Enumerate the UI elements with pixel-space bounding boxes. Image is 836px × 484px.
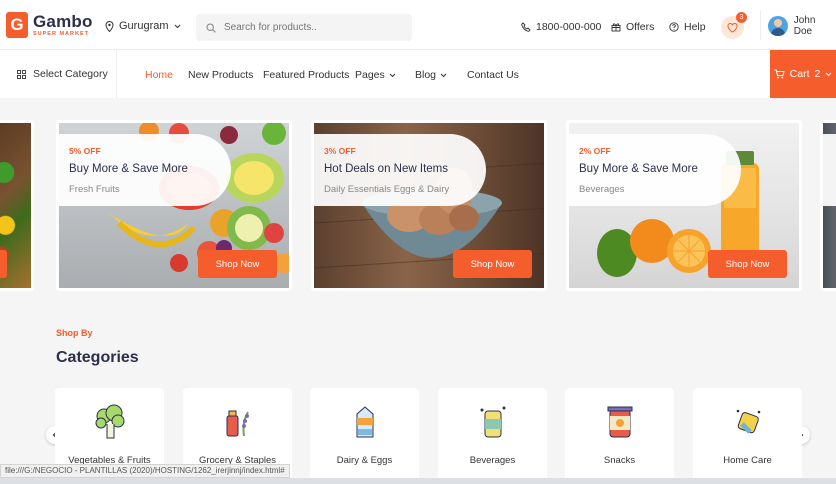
shop-now-label: Shop Now [215,258,260,270]
discount-percent: 2% OFF [579,146,611,156]
nav-item-pages[interactable]: Pages [355,69,396,81]
wishlist-count-badge: 3 [736,12,747,23]
offer-banner-partial-left: ow [0,120,34,291]
cart-button[interactable]: Cart 2 [770,50,836,98]
nav-item-label: Contact Us [467,69,519,81]
offer-text-panel [823,134,836,206]
chevron-down-icon [174,24,180,28]
nav-item-label: Home [145,69,174,81]
broccoli-icon [55,402,164,442]
offer-subtitle: Daily Essentials Eggs & Dairy [324,184,450,195]
shop-now-button[interactable]: Shop Now [708,250,787,278]
shop-now-label: Shop Now [725,258,770,270]
section-eyebrow: Shop By [56,328,93,338]
category-card-home-care[interactable]: Home Care [693,388,802,484]
category-card-dairy-eggs[interactable]: Dairy & Eggs [310,388,419,484]
offer-title: Hot Deals on New Items [324,163,448,175]
brand-name: Gambo [33,11,93,31]
gift-icon [611,23,621,32]
avatar [768,16,788,36]
cart-count: 2 [814,68,821,80]
phone-number: 1800-000-000 [536,21,602,33]
help-label: Help [684,21,706,33]
chevron-down-icon [825,72,832,76]
offers-label: Offers [626,21,655,33]
chevron-down-icon [389,73,396,77]
phone-link[interactable]: 1800-000-000 [521,21,601,33]
offer-banner-eggs[interactable]: 3% OFF Hot Deals on New Items Daily Esse… [311,120,547,291]
offer-subtitle: Beverages [579,184,625,195]
grid-icon [17,69,26,79]
phone-icon [521,22,531,32]
offer-banner-partial-right [820,120,836,291]
top-header: G Gambo SUPER MARKET Gurugram 1800-000-0… [0,0,836,50]
category-label: Dairy & Eggs [336,455,393,466]
nav-item-home[interactable]: Home [145,69,173,81]
offer-text-panel: 3% OFF Hot Deals on New Items Daily Esse… [314,134,486,206]
nav-item-blog[interactable]: Blog [415,69,447,81]
offer-subtitle: Fresh Fruits [69,184,120,195]
wishlist-button[interactable]: 3 [721,12,747,39]
nav-item-contact-us[interactable]: Contact Us [467,69,519,81]
search-icon [206,22,216,33]
nav-item-label: Blog [415,69,437,81]
offer-title: Buy More & Save More [69,163,188,175]
nav-item-new-products[interactable]: New Products [188,69,253,81]
location-label: Gurugram [119,20,169,32]
category-card-beverages[interactable]: Beverages [438,388,547,484]
cart-icon [774,69,785,79]
offer-banner-beverages[interactable]: 2% OFF Buy More & Save More Beverages Sh… [566,120,802,291]
cart-label: Cart [789,68,810,80]
shop-now-button[interactable]: ow [0,250,7,278]
discount-percent: 3% OFF [324,146,356,156]
offer-text-panel: 5% OFF Buy More & Save More Fresh Fruits [59,134,231,206]
category-label: Home Care [723,455,772,466]
brand-tagline: SUPER MARKET [33,30,90,37]
location-selector[interactable]: Gurugram [105,20,181,32]
logo-mark: G [6,12,28,38]
main-navbar: Select Category Home New Products Featur… [0,50,836,98]
cleaning-sponge-icon [693,402,802,442]
select-category-button[interactable]: Select Category [17,68,108,80]
offer-text-panel: 2% OFF Buy More & Save More Beverages [569,134,741,206]
user-name: John Doe [793,15,816,37]
select-category-label: Select Category [33,68,108,80]
shop-now-button[interactable]: Shop Now [453,250,532,278]
offers-link[interactable]: Offers [611,21,654,33]
category-label: Snacks [603,455,636,466]
nav-item-label: Pages [355,69,385,81]
user-menu[interactable]: John Doe [768,15,836,37]
beverage-can-icon [438,402,547,442]
offer-banner-fruits[interactable]: 5% OFF Buy More & Save More Fresh Fruits… [56,120,292,291]
shop-now-label: Shop Now [470,258,515,270]
heart-icon [727,22,738,33]
section-title: Categories [56,349,139,366]
nav-item-featured-products[interactable]: Featured Products [263,69,349,81]
nav-item-label: New Products [188,69,254,81]
search-input[interactable] [224,22,404,33]
map-pin-icon [105,20,114,32]
brand-logo[interactable]: G Gambo SUPER MARKET [6,12,93,38]
header-divider [760,10,761,40]
search-bar[interactable] [196,14,412,41]
browser-status-url: file:///G:/NEGOCIO - PLANTILLAS (2020)/H… [0,464,290,478]
bottom-strip [0,478,836,484]
help-link[interactable]: Help [669,21,706,33]
grocery-icon [183,402,292,442]
offer-title: Buy More & Save More [579,163,698,175]
discount-percent: 5% OFF [69,146,101,156]
category-label: Beverages [469,455,516,466]
chevron-down-icon [440,73,447,77]
nav-item-label: Featured Products [263,69,350,81]
category-card-snacks[interactable]: Snacks [565,388,674,484]
snacks-jar-icon [565,402,674,442]
nav-divider [116,50,117,98]
help-icon [669,22,679,32]
shop-now-button[interactable]: Shop Now [198,250,277,278]
milk-carton-icon [310,402,419,442]
